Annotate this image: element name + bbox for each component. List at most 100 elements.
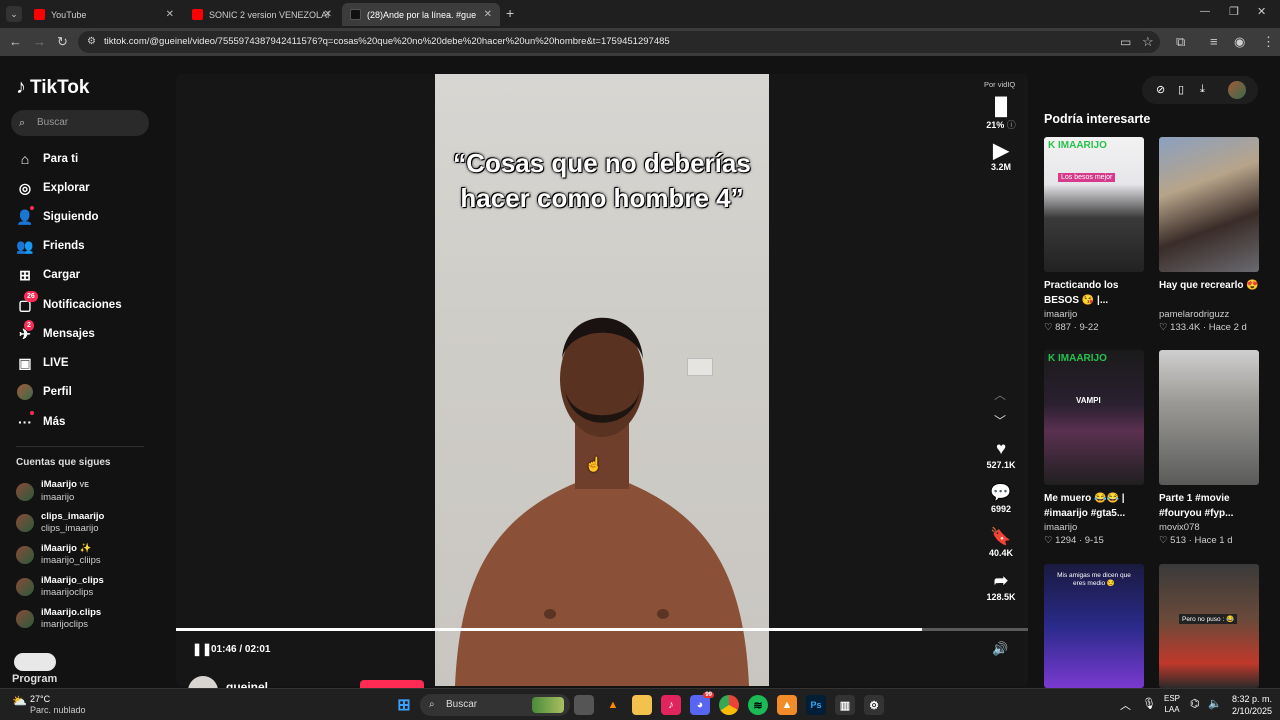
site-info-icon[interactable]: ⚙: [87, 31, 96, 53]
close-window-icon[interactable]: ✕: [1257, 5, 1266, 18]
reload-icon[interactable]: ↻: [57, 28, 68, 56]
spotify-icon[interactable]: ≋: [748, 695, 768, 715]
nav-label: LIVE: [43, 357, 69, 369]
nav-mas[interactable]: ··· Más: [16, 411, 65, 431]
followed-account[interactable]: iMaarijo VE imaarijo: [16, 479, 89, 504]
system-clock[interactable]: 8:32 p. m. 2/10/2025: [1228, 693, 1272, 717]
save-button[interactable]: 🔖 40.4K: [981, 526, 1021, 558]
follow-button[interactable]: [360, 680, 424, 688]
suggested-video[interactable]: Hay que recrearlo 😍 pamelarodriguzz ♡ 13…: [1159, 137, 1259, 333]
nav-mensajes[interactable]: ✈ 2 Mensajes: [16, 320, 95, 343]
search-highlight-icon: [532, 697, 564, 713]
live-icon: ▣: [18, 354, 32, 371]
views-counter: ▶ 3.2M: [981, 140, 1021, 172]
media-icon[interactable]: ≡: [1210, 28, 1218, 56]
close-icon[interactable]: ✕: [484, 9, 492, 20]
clock-time: 8:32 p. m.: [1231, 694, 1272, 704]
chevron-down-icon[interactable]: ﹀: [994, 412, 1006, 429]
chevron-up-icon[interactable]: ︿: [1120, 697, 1131, 713]
forward-icon[interactable]: →: [33, 28, 46, 56]
video-author: pamelarodriguzz: [1159, 309, 1230, 320]
views-value: 3.2M: [990, 162, 1011, 172]
nav-para-ti[interactable]: ⌂ Para ti: [16, 150, 78, 168]
task-view-icon[interactable]: [574, 695, 594, 715]
followed-account[interactable]: iMaarijo_clips imaarijoclips: [16, 575, 104, 599]
search-input[interactable]: ⌕ Buscar: [11, 110, 149, 136]
video-frame[interactable]: “Cosas que no deberías hacer como hombre…: [435, 74, 769, 686]
author-name[interactable]: gueinel: [226, 680, 268, 688]
profile-icon[interactable]: ◉: [1234, 28, 1245, 56]
share-button[interactable]: ➦ 128.5K: [981, 570, 1021, 602]
new-tab-icon[interactable]: +: [506, 5, 514, 21]
followed-account[interactable]: iMaarijo ✨ imaarijo_cliips: [16, 543, 101, 567]
tab-sonic[interactable]: SONIC 2 version VENEZOLANO ✕: [184, 3, 340, 26]
tab-tiktok[interactable]: (28)Ande por la línea. #gue ✕: [342, 3, 500, 26]
suggested-video[interactable]: K IMAARIJO Los besos mejor Practicando l…: [1044, 137, 1144, 333]
suggested-video[interactable]: Pero no puso : 😂: [1159, 564, 1259, 688]
suggested-video[interactable]: Parte 1 #movie #fouryou #fyp... movix078…: [1159, 350, 1259, 546]
nav-friends[interactable]: 👥 Friends: [16, 237, 84, 255]
language-indicator[interactable]: ESP LAA: [1164, 693, 1180, 715]
pause-icon[interactable]: ❚❚: [192, 642, 212, 656]
maximize-icon[interactable]: ❐: [1229, 5, 1239, 18]
suggested-video[interactable]: K IMAARIJO VAMPI Me muero 😂😂 | #imaarijo…: [1044, 350, 1144, 546]
extensions-icon[interactable]: ⧉: [1176, 28, 1185, 56]
nav-cargar[interactable]: ⊞ Cargar: [16, 266, 80, 284]
coin-icon[interactable]: ⊘: [1156, 83, 1165, 96]
video-player[interactable]: “Cosas que no deberías hacer como hombre…: [176, 74, 1028, 686]
tiktok-app-icon[interactable]: ♪: [661, 695, 681, 715]
app-gear-icon[interactable]: ⚙: [864, 695, 884, 715]
vidiq-score[interactable]: ▐▌ 21% ⓘ: [981, 96, 1021, 131]
discord-icon[interactable]: ◕ 99: [690, 692, 714, 715]
chevron-up-icon[interactable]: ︿: [994, 386, 1006, 403]
nav-siguiendo[interactable]: 👤 Siguiendo: [16, 206, 99, 226]
weather-widget[interactable]: ⛅ 27°C Parc. nublado: [12, 694, 86, 716]
nav-live[interactable]: ▣ LIVE: [16, 354, 69, 372]
like-button[interactable]: ♥ 527.1K: [981, 438, 1021, 470]
followed-account[interactable]: clips_imaarijo clips_imaarijo: [16, 511, 104, 535]
close-icon[interactable]: ✕: [166, 9, 174, 20]
nav-notificaciones[interactable]: ▢ 26 Notificaciones: [16, 291, 122, 314]
minimize-icon[interactable]: —: [1200, 6, 1210, 17]
app-dark-icon[interactable]: ▥: [835, 695, 855, 715]
bookmark-star-icon[interactable]: ☆: [1142, 28, 1154, 56]
nav-explorar[interactable]: ◎ Explorar: [16, 179, 90, 197]
windows-taskbar: ⛅ 27°C Parc. nublado ⊞ ⌕ Buscar ▲ ♪ ◕ 99 …: [0, 688, 1280, 720]
tab-search-icon[interactable]: ⌄: [6, 6, 22, 22]
speaker-icon[interactable]: 🔈: [1208, 697, 1222, 710]
download-icon[interactable]: ⤓: [1200, 83, 1205, 96]
suggested-video[interactable]: Mis amigas me dicen que eres medio 😏: [1044, 564, 1144, 688]
avatar: [16, 578, 34, 596]
menu-icon[interactable]: ⋮: [1262, 28, 1275, 56]
video-caption: “Cosas que no deberías hacer como hombre…: [435, 146, 769, 216]
close-icon[interactable]: ✕: [324, 9, 332, 20]
device-icon[interactable]: ▯: [1178, 83, 1184, 96]
app-orange-icon[interactable]: ▲: [777, 695, 797, 715]
vlc-icon[interactable]: ▲: [603, 695, 623, 715]
video-thumbnail: [1159, 137, 1259, 272]
comment-button[interactable]: 💬 6992: [981, 482, 1021, 514]
nav-label: Perfil: [43, 386, 72, 398]
address-bar[interactable]: ⚙ tiktok.com/@gueinel/video/755597438794…: [78, 31, 1160, 53]
tab-youtube[interactable]: YouTube ✕: [26, 3, 182, 26]
video-time: 01:46 / 02:01: [211, 644, 271, 655]
chrome-icon[interactable]: [719, 695, 739, 715]
file-explorer-icon[interactable]: [632, 695, 652, 715]
nav-perfil[interactable]: Perfil: [16, 383, 72, 401]
volume-icon[interactable]: 🔊: [992, 641, 1008, 657]
followed-account[interactable]: iMaarijo.clips imarijoclips: [16, 607, 101, 631]
network-icon[interactable]: ⌬: [1190, 697, 1200, 710]
video-date: Hace 1 d: [1194, 535, 1233, 546]
photoshop-icon[interactable]: Ps: [806, 695, 826, 715]
program-badge[interactable]: [14, 653, 56, 671]
user-avatar[interactable]: [1228, 81, 1246, 99]
windows-start-icon[interactable]: ⊞: [394, 695, 414, 715]
cast-icon[interactable]: ▭: [1120, 28, 1131, 56]
taskbar-search[interactable]: ⌕ Buscar: [420, 694, 570, 716]
score-value: 21%: [986, 120, 1005, 130]
microphone-icon[interactable]: 🎙: [1142, 697, 1156, 710]
back-icon[interactable]: ←: [9, 28, 22, 56]
tiktok-logo[interactable]: ♪ TikTok: [16, 76, 89, 99]
thumbnail-text: K IMAARIJO: [1048, 353, 1107, 364]
video-progress-bar[interactable]: [176, 628, 1028, 631]
